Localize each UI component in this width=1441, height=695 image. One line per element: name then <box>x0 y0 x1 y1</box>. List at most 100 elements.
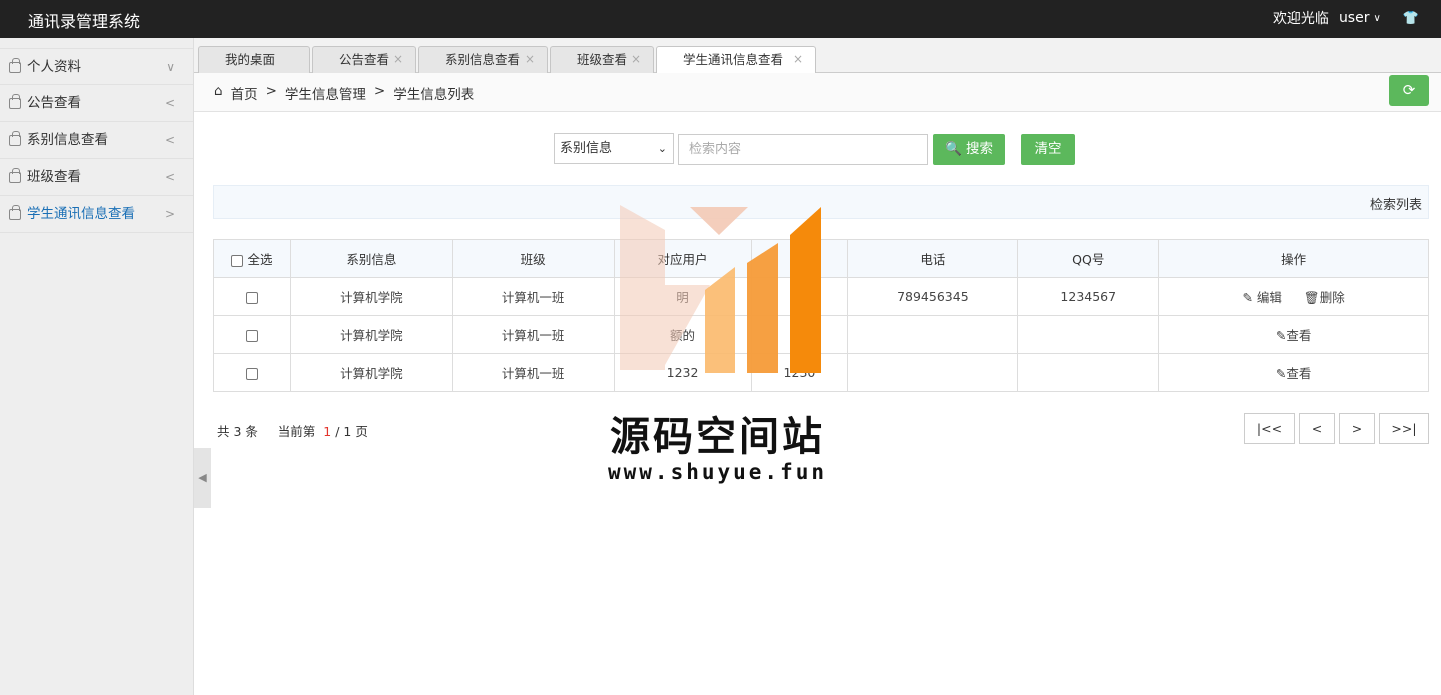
top-header: 通讯录管理系统 欢迎光临 user ∨ 👕 <box>0 0 1441 38</box>
cell-dept: 计算机学院 <box>289 353 453 392</box>
select-all-label: 全选 <box>247 252 273 267</box>
welcome-text: 欢迎光临 <box>1272 11 1329 27</box>
cell-dept: 计算机学院 <box>289 315 453 354</box>
tab-bar: 我的桌面 公告查看 × 系别信息查看 × 班级查看 × 学生通讯信息查看 × <box>194 38 1441 74</box>
sidebar-item-student-contacts[interactable]: 学生通讯信息查看 > <box>0 196 193 233</box>
search-field-select[interactable]: 系别信息 ⌄ <box>554 133 674 164</box>
sidebar-item-departments[interactable]: 系别信息查看 < <box>0 122 193 159</box>
watermark-shape <box>690 207 748 235</box>
tab-label: 系别信息查看 <box>445 52 521 67</box>
list-title: 检索列表 <box>1369 198 1422 213</box>
tab-label: 我的桌面 <box>225 52 276 67</box>
current-page: 1 <box>323 424 332 439</box>
chevron-down-icon: ∨ <box>166 60 175 74</box>
cell-phone: 789456345 <box>847 277 1019 316</box>
select-all-header[interactable]: 全选 <box>213 239 291 278</box>
bag-icon <box>9 58 21 73</box>
bag-icon <box>9 168 21 183</box>
chevron-left-icon: < <box>164 133 175 147</box>
sidebar-item-label: 学生通讯信息查看 <box>27 206 135 222</box>
tab-notices[interactable]: 公告查看 × <box>312 46 416 73</box>
refresh-icon: ⟳ <box>1402 81 1416 99</box>
cell-actions: ✎查看 <box>1158 353 1429 392</box>
column-header: 班级 <box>451 239 615 278</box>
page-separator: / <box>335 424 340 439</box>
bag-icon <box>9 94 21 109</box>
watermark-title: 源码空间站 <box>610 413 825 460</box>
cell-qq <box>1017 353 1160 392</box>
tab-departments[interactable]: 系别信息查看 × <box>418 46 548 73</box>
breadcrumb-home[interactable]: 首页 <box>231 83 258 103</box>
cell-class: 计算机一班 <box>451 315 615 354</box>
bag-icon <box>9 131 21 146</box>
chevron-down-icon: ⌄ <box>657 142 667 155</box>
close-icon[interactable]: × <box>631 47 641 72</box>
watermark-bar <box>790 207 821 373</box>
app-title: 通讯录管理系统 <box>28 12 141 31</box>
watermark-shape <box>665 285 710 365</box>
close-icon[interactable]: × <box>393 47 403 72</box>
shirt-icon[interactable]: 👕 <box>1403 11 1419 26</box>
tab-student-contacts[interactable]: 学生通讯信息查看 × <box>656 46 816 74</box>
refresh-button[interactable]: ⟳ <box>1389 75 1429 106</box>
select-value: 系别信息 <box>560 141 613 156</box>
column-header: 电话 <box>847 239 1019 278</box>
tab-label: 班级查看 <box>577 52 628 67</box>
close-icon[interactable]: × <box>525 47 535 72</box>
breadcrumb-level1[interactable]: 学生信息管理 <box>285 83 366 103</box>
row-checkbox[interactable] <box>245 367 258 380</box>
delete-link[interactable]: 🗑删除 <box>1304 290 1345 305</box>
page-label: 当前第 <box>277 424 316 439</box>
chevron-left-icon: < <box>164 170 175 184</box>
breadcrumb-bar: ⌂ 首页 > 学生信息管理 > 学生信息列表 ⟳ <box>194 73 1441 112</box>
column-header: QQ号 <box>1017 239 1160 278</box>
cell-phone <box>847 315 1019 354</box>
view-link[interactable]: ✎查看 <box>1276 366 1311 381</box>
sidebar-item-classes[interactable]: 班级查看 < <box>0 159 193 196</box>
sidebar-item-notices[interactable]: 公告查看 < <box>0 85 193 122</box>
prev-page-button[interactable]: < <box>1299 413 1335 444</box>
sidebar-item-profile[interactable]: 个人资料 ∨ <box>0 48 193 85</box>
chevron-right-icon: > <box>164 207 175 221</box>
search-input[interactable] <box>678 134 928 165</box>
home-icon: ⌂ <box>214 83 223 99</box>
watermark-logo <box>620 205 821 373</box>
breadcrumb-separator: > <box>373 83 386 99</box>
close-icon[interactable]: × <box>793 47 803 72</box>
edit-link[interactable]: ✎ 编辑 <box>1242 290 1281 305</box>
tab-label: 公告查看 <box>339 52 390 67</box>
row-checkbox[interactable] <box>245 329 258 342</box>
search-button[interactable]: 🔍 搜索 <box>933 134 1005 165</box>
sidebar-item-label: 公告查看 <box>27 95 81 111</box>
chevron-left-icon: < <box>164 96 175 110</box>
cell-actions: ✎查看 <box>1158 315 1429 354</box>
sidebar-item-label: 班级查看 <box>27 169 81 185</box>
breadcrumb-level2: 学生信息列表 <box>393 87 475 103</box>
view-link[interactable]: ✎查看 <box>1276 328 1311 343</box>
chevron-down-icon[interactable]: ∨ <box>1373 13 1380 24</box>
sidebar-item-label: 个人资料 <box>27 59 81 75</box>
row-checkbox[interactable] <box>245 291 258 304</box>
last-page-button[interactable]: >>| <box>1379 413 1429 444</box>
first-page-button[interactable]: |<< <box>1244 413 1295 444</box>
user-menu[interactable]: 欢迎光临 user ∨ 👕 <box>1273 8 1419 28</box>
column-header: 系别信息 <box>289 239 453 278</box>
sidebar-item-label: 系别信息查看 <box>27 132 108 148</box>
clear-button[interactable]: 清空 <box>1021 134 1075 165</box>
cell-qq: 1234567 <box>1017 277 1160 316</box>
watermark-bar <box>747 243 778 373</box>
breadcrumb: ⌂ 首页 > 学生信息管理 > 学生信息列表 <box>214 83 482 103</box>
username[interactable]: user <box>1339 10 1370 26</box>
tab-desktop[interactable]: 我的桌面 <box>198 46 310 73</box>
pager-info: 共 3 条 当前第 1 / 1 页 <box>217 421 368 440</box>
cell-class: 计算机一班 <box>451 277 615 316</box>
watermark-url: www.shuyue.fun <box>608 460 828 484</box>
tab-classes[interactable]: 班级查看 × <box>550 46 654 73</box>
next-page-button[interactable]: > <box>1339 413 1375 444</box>
collapse-sidebar-handle[interactable]: ◀ <box>194 448 211 508</box>
total-count: 共 3 条 <box>217 424 258 439</box>
tab-label: 学生通讯信息查看 <box>683 52 784 67</box>
select-all-checkbox[interactable] <box>231 254 244 267</box>
breadcrumb-separator: > <box>265 83 277 99</box>
total-pages: 1 页 <box>343 424 368 439</box>
